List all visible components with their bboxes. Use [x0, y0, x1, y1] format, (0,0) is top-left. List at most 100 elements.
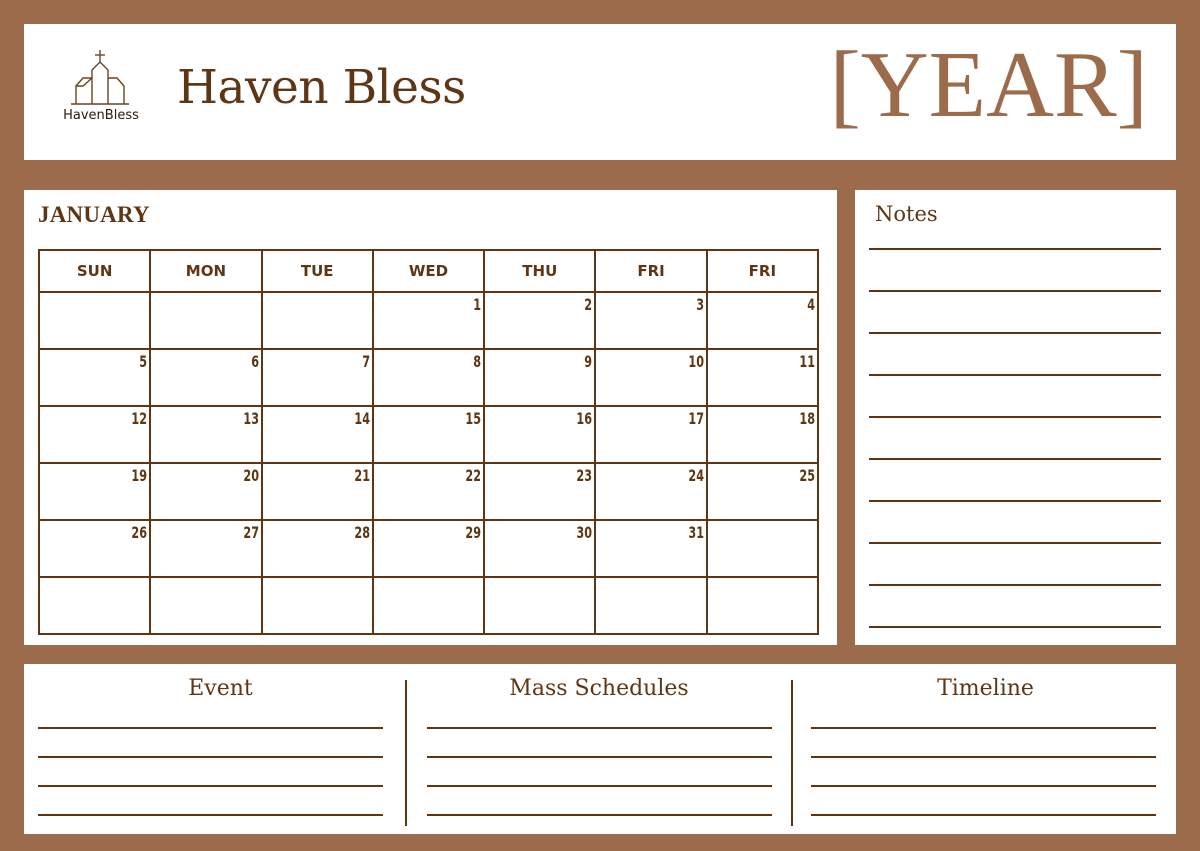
notes-line[interactable]	[869, 290, 1161, 292]
weekday-header: SUN	[37, 249, 152, 293]
calendar-day-cell[interactable]: 1	[371, 291, 486, 350]
logo: HavenBless	[56, 48, 146, 128]
calendar-day-cell[interactable]: 19	[37, 462, 152, 521]
write-line[interactable]	[38, 814, 383, 816]
calendar-day-cell[interactable]: 27	[149, 519, 263, 578]
calendar-day-cell[interactable]: 2	[483, 291, 597, 350]
calendar-day-cell[interactable]: 31	[594, 519, 708, 578]
calendar-day-cell[interactable]	[37, 576, 152, 635]
calendar-day-cell[interactable]	[260, 291, 374, 350]
notes-title: Notes	[875, 202, 938, 226]
write-line[interactable]	[38, 785, 383, 787]
day-number: 21	[354, 466, 370, 485]
weekday-header: FRI	[705, 249, 820, 293]
calendar-day-cell[interactable]: 29	[371, 519, 486, 578]
write-line[interactable]	[427, 814, 772, 816]
notes-line[interactable]	[869, 374, 1161, 376]
mass-schedules-section: Mass Schedules	[409, 664, 789, 834]
calendar-day-cell[interactable]: 12	[37, 405, 152, 464]
calendar-week-row: 19 20 21 22 23 24 25	[37, 462, 820, 521]
calendar-day-cell[interactable]: 11	[705, 348, 820, 407]
calendar-day-cell[interactable]	[371, 576, 486, 635]
day-number: 29	[465, 523, 482, 542]
calendar-day-cell[interactable]	[149, 576, 263, 635]
write-line[interactable]	[811, 727, 1156, 729]
weekday-header: MON	[149, 249, 263, 293]
weekday-header: TUE	[260, 249, 374, 293]
write-line[interactable]	[811, 785, 1156, 787]
calendar-day-cell[interactable]: 4	[705, 291, 820, 350]
day-number: 26	[131, 523, 148, 542]
calendar-day-cell[interactable]: 20	[149, 462, 263, 521]
write-line[interactable]	[38, 756, 383, 758]
calendar-day-cell[interactable]: 7	[260, 348, 374, 407]
notes-panel: Notes	[855, 190, 1176, 645]
calendar-day-cell[interactable]: 23	[483, 462, 597, 521]
church-icon	[71, 50, 129, 105]
bottom-panel: Event Mass Schedules Timeline	[24, 664, 1176, 834]
day-number: 11	[799, 352, 815, 371]
write-line[interactable]	[38, 727, 383, 729]
calendar-day-cell[interactable]: 30	[483, 519, 597, 578]
calendar-day-cell[interactable]: 10	[594, 348, 708, 407]
calendar-day-cell[interactable]	[483, 576, 597, 635]
day-number: 14	[354, 409, 370, 428]
calendar-grid: SUN MON TUE WED THU FRI FRI 1 2 3 4 5 6 7 8 9 10 1…	[37, 249, 820, 635]
calendar-day-cell[interactable]: 16	[483, 405, 597, 464]
calendar-day-cell[interactable]: 18	[705, 405, 820, 464]
notes-line[interactable]	[869, 626, 1161, 628]
calendar-day-cell[interactable]: 28	[260, 519, 374, 578]
calendar-day-cell[interactable]: 24	[594, 462, 708, 521]
timeline-section: Timeline	[795, 664, 1176, 834]
calendar-day-cell[interactable]: 22	[371, 462, 486, 521]
write-line[interactable]	[427, 756, 772, 758]
day-number: 7	[362, 352, 370, 371]
write-line[interactable]	[811, 756, 1156, 758]
notes-line[interactable]	[869, 584, 1161, 586]
calendar-day-cell[interactable]: 6	[149, 348, 263, 407]
day-number: 17	[688, 409, 704, 428]
calendar-day-cell[interactable]: 14	[260, 405, 374, 464]
weekday-header: WED	[371, 249, 486, 293]
calendar-day-cell[interactable]	[149, 291, 263, 350]
calendar-day-cell[interactable]: 21	[260, 462, 374, 521]
calendar-week-row: 26 27 28 29 30 31	[37, 519, 820, 578]
day-number: 31	[688, 523, 704, 542]
notes-line[interactable]	[869, 248, 1161, 250]
calendar-day-cell[interactable]: 25	[705, 462, 820, 521]
notes-line[interactable]	[869, 332, 1161, 334]
calendar-day-cell[interactable]	[705, 519, 820, 578]
brand-title: Haven Bless	[177, 60, 466, 115]
calendar-day-cell[interactable]	[37, 291, 152, 350]
calendar-panel: JANUARY SUN MON TUE WED THU FRI FRI 1234…	[24, 190, 837, 645]
calendar-day-cell[interactable]	[260, 576, 374, 635]
day-number: 25	[799, 466, 815, 485]
calendar-week-row: 1 2 3 4	[37, 291, 820, 350]
write-line[interactable]	[811, 814, 1156, 816]
calendar-day-cell[interactable]	[594, 576, 708, 635]
calendar-day-cell[interactable]: 9	[483, 348, 597, 407]
calendar-day-cell[interactable]: 5	[37, 348, 152, 407]
day-number: 9	[584, 352, 593, 371]
calendar-day-cell[interactable]: 26	[37, 519, 152, 578]
calendar-day-cell[interactable]: 15	[371, 405, 486, 464]
day-number: 27	[242, 523, 259, 542]
calendar-day-cell[interactable]: 13	[149, 405, 263, 464]
calendar-day-cell[interactable]: 8	[371, 348, 486, 407]
calendar-day-cell[interactable]	[705, 576, 820, 635]
day-number: 30	[576, 523, 593, 542]
mass-schedules-title: Mass Schedules	[509, 676, 689, 701]
notes-line[interactable]	[869, 458, 1161, 460]
notes-line[interactable]	[869, 542, 1161, 544]
event-section: Event	[24, 664, 417, 834]
write-line[interactable]	[427, 727, 772, 729]
logo-text: HavenBless	[63, 108, 139, 123]
write-line[interactable]	[427, 785, 772, 787]
calendar-day-cell[interactable]: 17	[594, 405, 708, 464]
notes-line[interactable]	[869, 416, 1161, 418]
year-title[interactable]: [YEAR]	[830, 38, 1149, 132]
notes-line[interactable]	[869, 500, 1161, 502]
day-number: 8	[473, 352, 482, 371]
day-number: 22	[465, 466, 482, 485]
calendar-day-cell[interactable]: 3	[594, 291, 708, 350]
